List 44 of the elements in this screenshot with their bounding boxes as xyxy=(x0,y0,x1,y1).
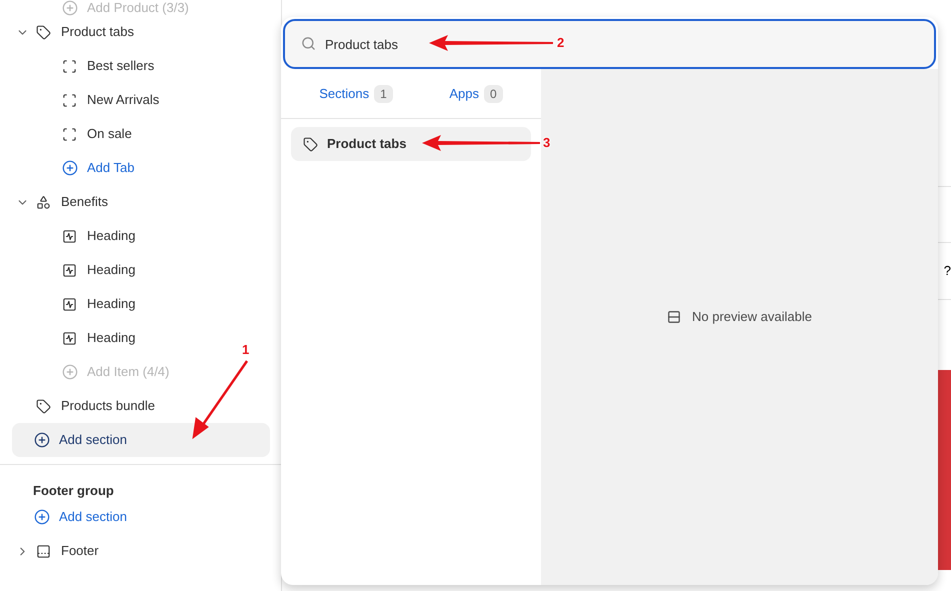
count-badge: 1 xyxy=(374,84,393,102)
count-badge: 0 xyxy=(484,84,503,102)
preview-placeholder-icon xyxy=(667,310,682,324)
image-icon xyxy=(62,262,77,278)
image-icon xyxy=(62,330,77,346)
block-item[interactable]: Best sellers xyxy=(87,56,154,76)
section-item[interactable]: Footer xyxy=(61,541,99,561)
group-title: Footer group xyxy=(33,483,114,498)
dashed-frame-icon xyxy=(62,126,77,142)
dashed-frame-icon xyxy=(62,58,77,74)
block-item[interactable]: Heading xyxy=(87,260,136,280)
annotation-number: 3 xyxy=(543,136,550,149)
tag-icon xyxy=(36,398,51,414)
add-button[interactable]: Add Tab xyxy=(62,151,134,185)
block-item[interactable]: Heading xyxy=(87,226,136,246)
result-item[interactable]: Product tabs xyxy=(291,127,531,161)
section-item[interactable]: Benefits xyxy=(61,192,108,212)
category-tab[interactable]: Apps 0 xyxy=(449,84,503,104)
plus-circle-icon xyxy=(62,364,78,380)
preview-message: No preview available xyxy=(692,308,812,326)
section-item[interactable]: Product tabs xyxy=(61,22,134,42)
footer-icon xyxy=(36,544,51,558)
tag-icon xyxy=(36,24,51,40)
dashed-frame-icon xyxy=(62,92,77,108)
image-icon xyxy=(62,296,77,312)
block-item[interactable]: On sale xyxy=(87,124,132,144)
plus-circle-icon xyxy=(34,432,50,448)
shapes-icon xyxy=(36,194,51,210)
block-item[interactable]: Heading xyxy=(87,294,136,314)
annotation-number: 1 xyxy=(242,343,250,356)
plus-circle-icon xyxy=(62,160,78,176)
page-text-fragment: ? xyxy=(944,262,951,280)
annotation-number: 2 xyxy=(557,36,564,49)
category-tab[interactable]: Sections 1 xyxy=(319,84,393,104)
tag-icon xyxy=(303,136,318,152)
block-item[interactable]: New Arrivals xyxy=(87,90,160,110)
plus-circle-icon xyxy=(62,0,78,16)
add-button[interactable]: Add section xyxy=(12,423,270,457)
image-icon xyxy=(62,228,77,244)
section-item[interactable]: Products bundle xyxy=(61,396,155,416)
plus-circle-icon xyxy=(34,509,50,525)
add-button[interactable]: Add section xyxy=(34,500,127,534)
search-icon xyxy=(301,36,316,51)
block-item[interactable]: Heading xyxy=(87,328,136,348)
